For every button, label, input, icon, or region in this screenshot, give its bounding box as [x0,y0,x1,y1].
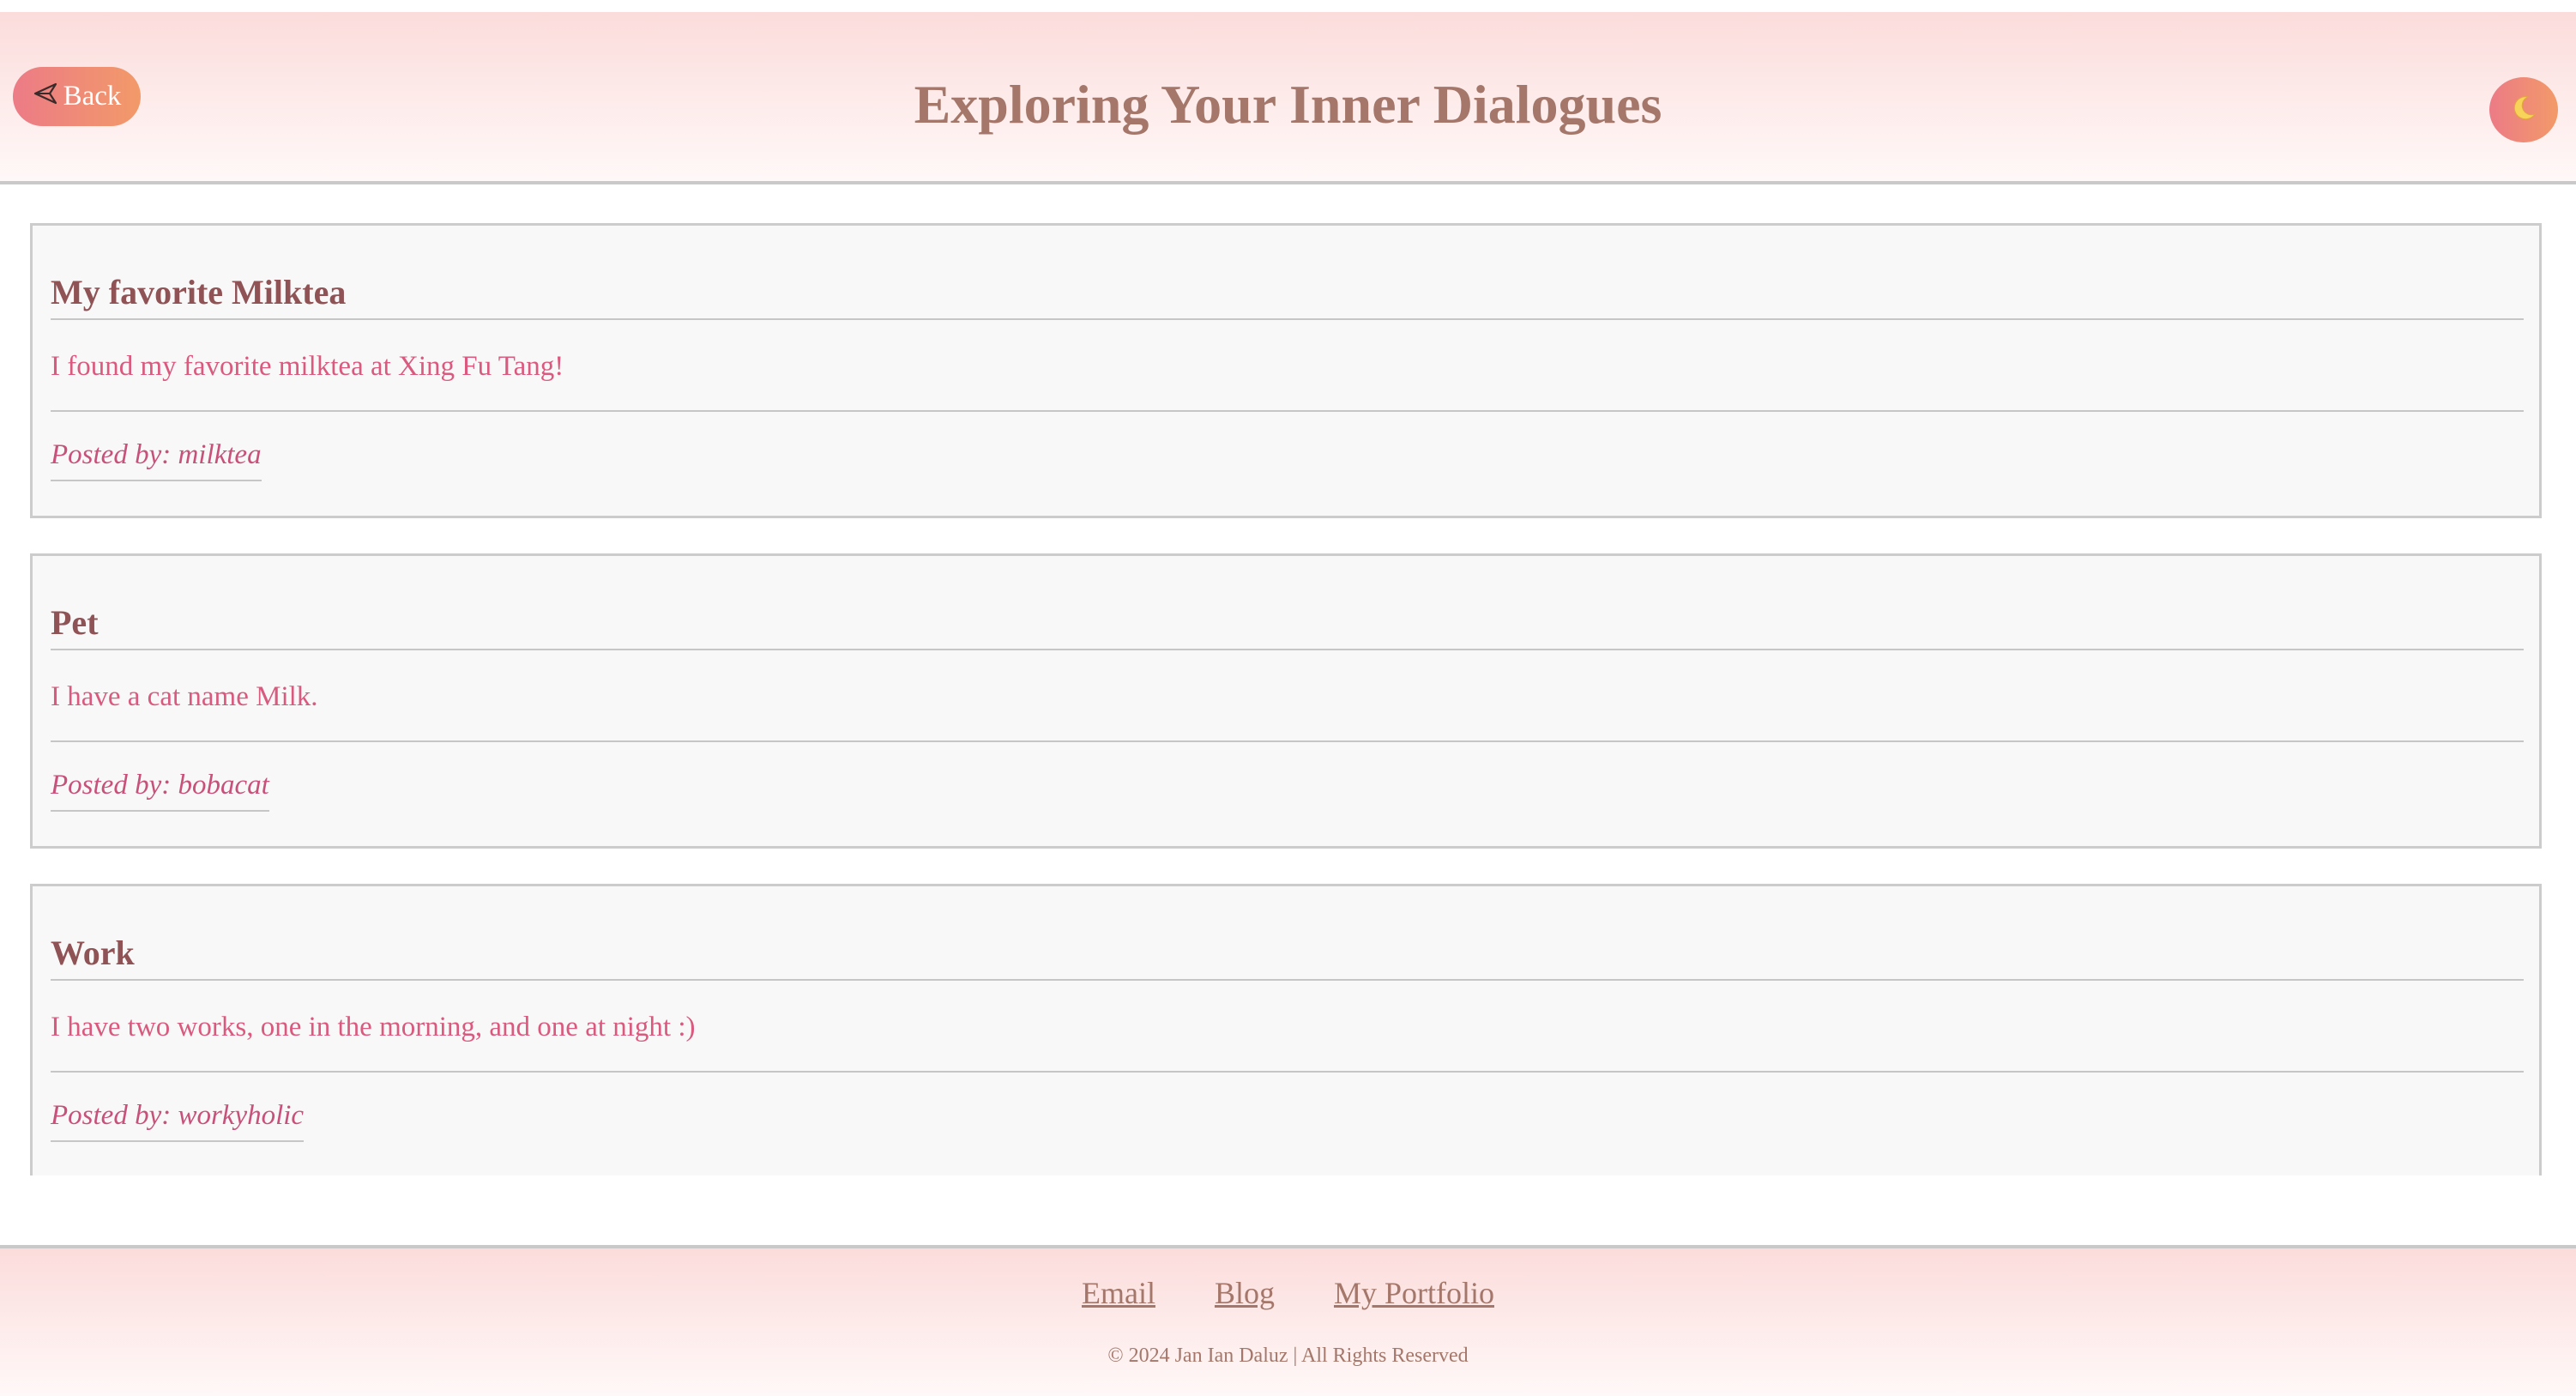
post-title: Work [51,922,2524,981]
post-card: Work I have two works, one in the mornin… [30,884,2542,1175]
post-card: My favorite Milktea I found my favorite … [30,223,2542,518]
page: Back Exploring Your Inner Dialogues My f… [0,0,2576,1396]
post-author: Posted by: workyholic [51,1097,305,1142]
footer-link-portfolio[interactable]: My Portfolio [1334,1271,1494,1315]
footer-nav: Email Blog My Portfolio [0,1271,2576,1315]
post-author: Posted by: bobacat [51,767,269,812]
posts-list: My favorite Milktea I found my favorite … [0,184,2576,1175]
copyright-text: © 2024 Jan Ian Daluz | All Rights Reserv… [1107,1345,1469,1367]
post-card: Pet I have a cat name Milk. Posted by: b… [30,553,2542,849]
footer-link-email[interactable]: Email [1082,1271,1155,1315]
post-title: My favorite Milktea [51,262,2524,320]
moon-icon [2509,94,2538,127]
post-author: Posted by: milktea [51,437,262,481]
theme-toggle-button[interactable] [2489,77,2558,142]
post-body: I have a cat name Milk. [51,650,2524,742]
page-header: Back Exploring Your Inner Dialogues [0,12,2576,184]
post-body: I found my favorite milktea at Xing Fu T… [51,320,2524,412]
post-body: I have two works, one in the morning, an… [51,981,2524,1073]
page-footer: Email Blog My Portfolio © 2024 Jan Ian D… [0,1245,2576,1396]
post-title: Pet [51,592,2524,650]
page-title: Exploring Your Inner Dialogues [914,74,1662,135]
footer-link-blog[interactable]: Blog [1215,1271,1275,1315]
